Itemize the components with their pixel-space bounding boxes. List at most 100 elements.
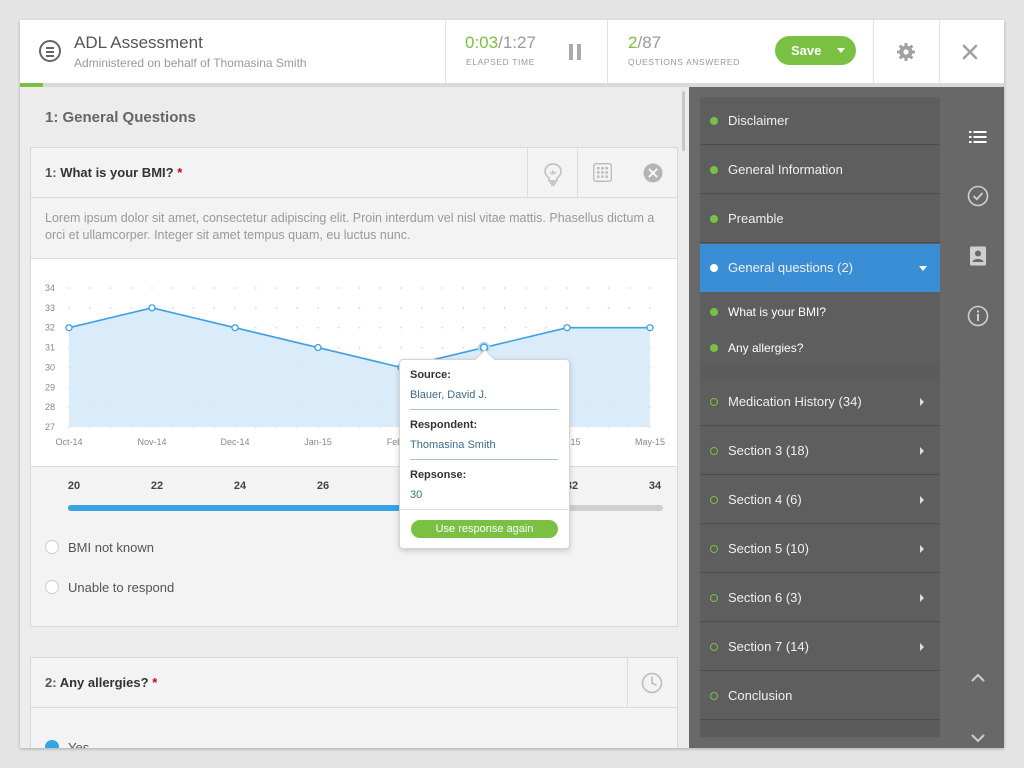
slider-tick-label: 20 bbox=[67, 480, 81, 492]
status-dot bbox=[710, 594, 718, 602]
nav-item[interactable]: General Information bbox=[700, 146, 940, 194]
chevron-right-icon[interactable] bbox=[920, 496, 924, 504]
chart-point bbox=[65, 324, 73, 332]
nav-item-label: Section 5 (10) bbox=[728, 541, 809, 556]
radio-bmi-not-known[interactable] bbox=[45, 540, 59, 554]
slider-tick-label: 26 bbox=[316, 480, 330, 492]
nav-item[interactable]: Conclusion bbox=[700, 672, 940, 720]
lightbulb-icon[interactable] bbox=[543, 162, 563, 186]
clear-icon[interactable] bbox=[643, 163, 663, 183]
save-button[interactable]: Save bbox=[775, 36, 856, 65]
list-icon[interactable] bbox=[967, 127, 989, 149]
chevron-down-icon[interactable] bbox=[919, 266, 927, 271]
y-tick-label: 32 bbox=[45, 323, 55, 333]
navigation-panel: Disclaimer General Information Preamble Gen… bbox=[689, 87, 1004, 748]
nav-item[interactable]: General questions (2) bbox=[700, 244, 940, 292]
nav-item[interactable]: Section 7 (14) bbox=[700, 623, 940, 671]
tooltip-respondent-label: Respondent: bbox=[410, 419, 478, 431]
bmi-slider-fill bbox=[68, 505, 402, 511]
main-content: 1: General Questions 1: What is your BMI… bbox=[20, 87, 688, 748]
nav-item-label: General questions (2) bbox=[728, 260, 854, 275]
chart-point bbox=[148, 304, 156, 312]
bmi-slider[interactable] bbox=[68, 505, 663, 511]
nav-subitem[interactable]: Any allergies? bbox=[700, 330, 940, 366]
save-dropdown-caret-icon[interactable] bbox=[837, 48, 845, 53]
clock-icon[interactable] bbox=[641, 672, 663, 694]
chevron-right-icon[interactable] bbox=[920, 594, 924, 602]
pause-icon[interactable] bbox=[569, 44, 583, 60]
x-tick-label: Nov-14 bbox=[137, 437, 166, 447]
nav-item[interactable]: Medication History (34) bbox=[700, 378, 940, 426]
check-icon[interactable] bbox=[967, 185, 989, 207]
main-scrollbar[interactable] bbox=[682, 91, 685, 151]
info-icon[interactable] bbox=[967, 305, 989, 327]
nav-item[interactable]: Section 6 (3) bbox=[700, 574, 940, 622]
nav-item[interactable]: Section 3 (18) bbox=[700, 427, 940, 475]
question-card-allergies: 2: Any allergies? * Yes bbox=[30, 657, 678, 748]
keypad-icon[interactable] bbox=[593, 163, 612, 182]
status-dot bbox=[710, 117, 718, 125]
app-window: ADL Assessment Administered on behalf of… bbox=[20, 20, 1004, 748]
chart-canvas: 27 28 29 30 31 32 33 34 Oct-14 Nov-14 Dec-14 Jan-15… bbox=[45, 283, 665, 447]
side-toolbar bbox=[951, 87, 1004, 748]
status-dot bbox=[710, 215, 718, 223]
y-tick-label: 30 bbox=[45, 362, 55, 372]
section-nav: Disclaimer General Information Preamble Gen… bbox=[700, 97, 940, 737]
tooltip-source-value: Blauer, David J. bbox=[410, 389, 488, 401]
status-dot bbox=[710, 447, 718, 455]
chevron-right-icon[interactable] bbox=[920, 447, 924, 455]
x-tick-label: Jan-15 bbox=[304, 437, 332, 447]
question-description: Lorem ipsum dolor sit amet, consectetur … bbox=[45, 211, 655, 242]
status-dot bbox=[710, 308, 718, 316]
nav-subitem[interactable]: What is your BMI? bbox=[700, 294, 940, 330]
chevron-right-icon[interactable] bbox=[920, 398, 924, 406]
option-label: Unable to respond bbox=[68, 580, 175, 595]
radio-unable-to-respond[interactable] bbox=[45, 580, 59, 594]
bmi-history-chart: 27 28 29 30 31 32 33 34 Oct-14 Nov-14 Dec-14 Jan-15… bbox=[31, 258, 677, 467]
chevron-up-icon[interactable] bbox=[967, 667, 989, 689]
slider-tick-labels: 2022242628303234 bbox=[31, 480, 677, 494]
question-header: 1: What is your BMI? * bbox=[31, 148, 677, 198]
chart-point bbox=[563, 324, 571, 332]
status-dot bbox=[710, 643, 718, 651]
y-tick-label: 34 bbox=[45, 283, 55, 293]
status-dot bbox=[710, 264, 718, 272]
chevron-right-icon[interactable] bbox=[920, 643, 924, 651]
nav-item-label: What is your BMI? bbox=[728, 305, 827, 319]
nav-item-label: Section 6 (3) bbox=[728, 590, 802, 605]
nav-item[interactable]: Section 4 (6) bbox=[700, 476, 940, 524]
nav-item-label: Section 7 (14) bbox=[728, 639, 809, 654]
y-tick-label: 28 bbox=[45, 402, 55, 412]
nav-item-label: General Information bbox=[728, 162, 843, 177]
tooltip-source-label: Source: bbox=[410, 369, 451, 381]
slider-tick-label: 34 bbox=[648, 480, 662, 492]
gear-icon[interactable] bbox=[896, 42, 916, 62]
nav-item-label: Conclusion bbox=[728, 688, 793, 703]
menu-icon[interactable] bbox=[39, 40, 61, 62]
use-response-again-button[interactable]: Use response again bbox=[411, 520, 558, 538]
section-title: 1: General Questions bbox=[45, 109, 196, 126]
x-tick-label: Oct-14 bbox=[55, 437, 82, 447]
x-tick-label: May-15 bbox=[635, 437, 665, 447]
nav-item-label: Section 3 (18) bbox=[728, 443, 809, 458]
nav-item[interactable]: Disclaimer bbox=[700, 97, 940, 145]
question-card-bmi: 1: What is your BMI? * Lorem ipsum dolor… bbox=[30, 147, 678, 627]
close-icon[interactable] bbox=[960, 42, 980, 62]
page-title: ADL Assessment bbox=[74, 33, 203, 52]
status-dot bbox=[710, 166, 718, 174]
nav-item[interactable]: Section 5 (10) bbox=[700, 525, 940, 573]
radio-yes[interactable] bbox=[45, 740, 59, 748]
nav-item-label: Disclaimer bbox=[728, 113, 789, 128]
chart-point bbox=[646, 324, 654, 332]
chart-point bbox=[314, 343, 322, 352]
chevron-right-icon[interactable] bbox=[920, 545, 924, 553]
nav-item[interactable]: Preamble bbox=[700, 195, 940, 243]
status-dot bbox=[710, 692, 718, 700]
status-dot bbox=[710, 545, 718, 553]
option-label: Yes bbox=[68, 740, 90, 748]
contact-icon[interactable] bbox=[967, 245, 989, 267]
nav-item-label: Preamble bbox=[728, 211, 784, 226]
chevron-down-icon[interactable] bbox=[967, 727, 989, 748]
tooltip-response-value: 30 bbox=[410, 489, 423, 501]
option-label: BMI not known bbox=[68, 540, 154, 555]
